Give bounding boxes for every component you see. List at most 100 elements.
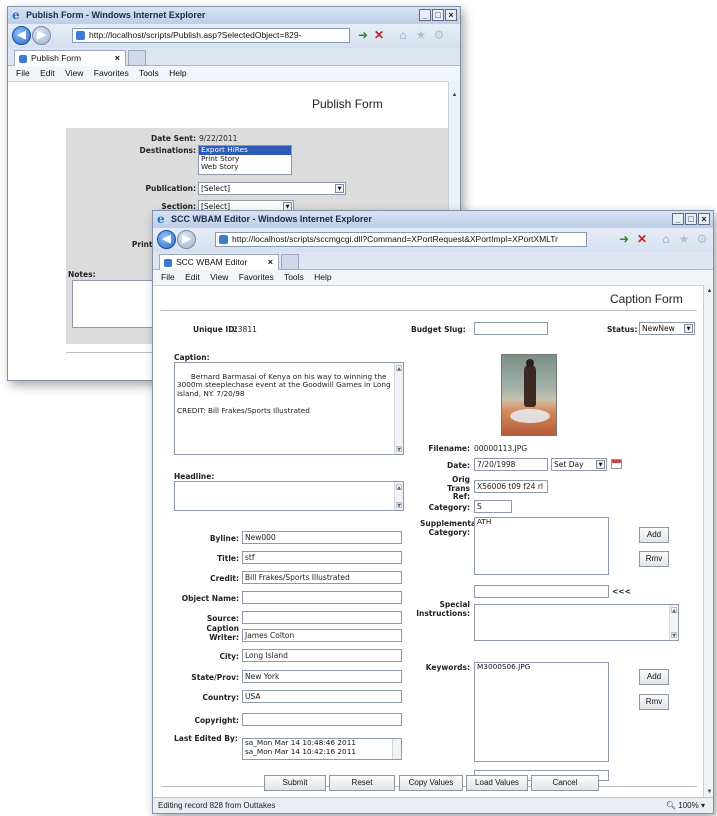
reset-button[interactable]: Reset [329,775,395,791]
load-values-button[interactable]: Load Values [466,775,528,791]
last-edited-list[interactable]: sa_Mon Mar 14 10:48:46 2011 sa_Mon Mar 1… [242,738,402,760]
menu-file[interactable]: File [161,272,175,282]
copyright-field[interactable] [242,713,402,726]
keywords-list[interactable]: M3000S06.JPG [474,662,609,762]
menu-help[interactable]: Help [169,68,186,78]
menu-view[interactable]: View [210,272,228,282]
stop-icon[interactable]: ✕ [372,28,386,42]
scroll-up-icon[interactable]: ▲ [705,287,713,296]
menu-view[interactable]: View [65,68,83,78]
refresh-icon[interactable]: ➜ [617,232,631,246]
minimize-icon[interactable]: _ [672,213,684,225]
publish-title-bar[interactable]: e Publish Form - Windows Internet Explor… [8,7,460,24]
title-label: Title: [217,554,239,563]
keyword-add-button[interactable]: Add [639,669,669,685]
caption-text: Bernard Barmasai of Kenya on his way to … [177,371,391,415]
budget-slug-field[interactable] [474,322,548,335]
minimize-icon[interactable]: _ [419,9,431,21]
calendar-icon[interactable] [611,459,622,469]
menu-help[interactable]: Help [314,272,331,282]
back-icon[interactable]: ◀ [12,26,31,45]
status-select[interactable]: NewNew ▼ [639,322,695,335]
object-name-field[interactable] [242,591,402,604]
back-icon[interactable]: ◀ [157,230,176,249]
caption-textarea[interactable]: Bernard Barmasai of Kenya on his way to … [174,362,404,455]
tab-scc-wbam-editor[interactable]: SCC WBAM Editor × [159,254,279,270]
maximize-icon[interactable]: □ [685,213,697,225]
supp-category-list[interactable]: ATH [474,517,609,575]
chevron-down-icon[interactable]: ▼ [596,460,605,469]
chevron-down-icon[interactable]: ▼ [335,184,344,193]
favorites-star-icon[interactable]: ★ [414,28,428,42]
destinations-list[interactable]: Export HiRes Print Story Web Story [198,145,292,175]
orig-trans-field[interactable]: X56006 t09 f24 rl [474,480,548,493]
copy-values-button[interactable]: Copy Values [399,775,463,791]
photo-thumbnail[interactable] [501,354,557,436]
publish-menu-bar: File Edit View Favorites Tools Help [8,66,460,81]
set-day-select[interactable]: Set Day ▼ [551,458,607,471]
menu-favorites[interactable]: Favorites [94,68,129,78]
menu-edit[interactable]: Edit [40,68,55,78]
tab-publish-form[interactable]: Publish Form × [14,50,126,66]
move-left-button[interactable]: <<< [612,587,631,596]
caption-writer-field[interactable]: James Colton [242,629,402,642]
tab-close-icon[interactable]: × [115,51,120,66]
keyword-item[interactable]: M3000S06.JPG [475,663,608,672]
country-field[interactable]: USA [242,690,402,703]
last-edited-scrollbar[interactable] [392,739,401,759]
stop-icon[interactable]: ✕ [635,232,649,246]
chevron-down-icon[interactable]: ▼ [684,324,693,333]
refresh-icon[interactable]: ➜ [356,28,370,42]
headline-textarea[interactable]: ▲ ▼ [174,481,404,511]
home-icon[interactable]: ⌂ [659,232,673,246]
supp-category-input[interactable] [474,585,609,598]
keyword-remove-button[interactable]: Rmv [639,694,669,710]
publication-select[interactable]: [Select] ▼ [198,182,346,195]
caption-status-bar: Editing record 828 from Outtakes 🔍︎ 100%… [153,797,713,813]
water-splash [510,409,550,423]
gear-icon[interactable]: ⚙ [432,28,446,42]
gear-icon[interactable]: ⚙ [695,232,709,246]
source-field[interactable] [242,611,402,624]
favorites-star-icon[interactable]: ★ [677,232,691,246]
supp-add-button[interactable]: Add [639,527,669,543]
home-icon[interactable]: ⌂ [396,28,410,42]
headline-scrollbar[interactable]: ▲ ▼ [394,482,403,510]
close-icon[interactable]: × [445,9,457,21]
date-label: Date: [447,461,470,470]
new-tab-button[interactable] [128,50,146,66]
caption-title-bar[interactable]: e SCC WBAM Editor - Windows Internet Exp… [153,211,713,228]
state-field[interactable]: New York [242,670,402,683]
caption-scrollbar[interactable]: ▲ ▼ [394,363,403,454]
special-instructions-scrollbar[interactable]: ▲ ▼ [669,605,678,640]
forward-icon[interactable]: ▶ [32,26,51,45]
category-field[interactable]: S [474,500,512,513]
supp-remove-button[interactable]: Rmv [639,551,669,567]
date-field[interactable]: 7/20/1998 [474,458,548,471]
zoom-level[interactable]: 🔍︎ 100% ▾ [666,798,705,813]
credit-field[interactable]: Bill Frakes/Sports Illustrated [242,571,402,584]
title-field[interactable]: stf [242,551,402,564]
scroll-down-icon[interactable]: ▼ [705,788,713,797]
menu-tools[interactable]: Tools [139,68,159,78]
supp-category-item[interactable]: ATH [475,518,608,527]
menu-edit[interactable]: Edit [185,272,200,282]
cancel-button[interactable]: Cancel [531,775,599,791]
city-field[interactable]: Long Island [242,649,402,662]
scroll-up-icon[interactable]: ▲ [450,91,459,100]
publish-address-bar[interactable]: http://localhost/scripts/Publish.asp?Sel… [72,28,350,43]
destination-option[interactable]: Web Story [199,163,291,172]
special-instructions-textarea[interactable]: ▲ ▼ [474,604,679,641]
new-tab-button[interactable] [281,254,299,270]
menu-file[interactable]: File [16,68,30,78]
caption-scrollbar-main[interactable]: ▲ ▼ [703,285,713,799]
close-icon[interactable]: × [698,213,710,225]
menu-favorites[interactable]: Favorites [239,272,274,282]
caption-address-bar[interactable]: http://localhost/scripts/sccmgcgi.dll?Co… [215,232,587,247]
forward-icon[interactable]: ▶ [177,230,196,249]
tab-close-icon[interactable]: × [268,255,273,270]
menu-tools[interactable]: Tools [284,272,304,282]
submit-button[interactable]: Submit [264,775,326,791]
maximize-icon[interactable]: □ [432,9,444,21]
byline-field[interactable]: New000 [242,531,402,544]
